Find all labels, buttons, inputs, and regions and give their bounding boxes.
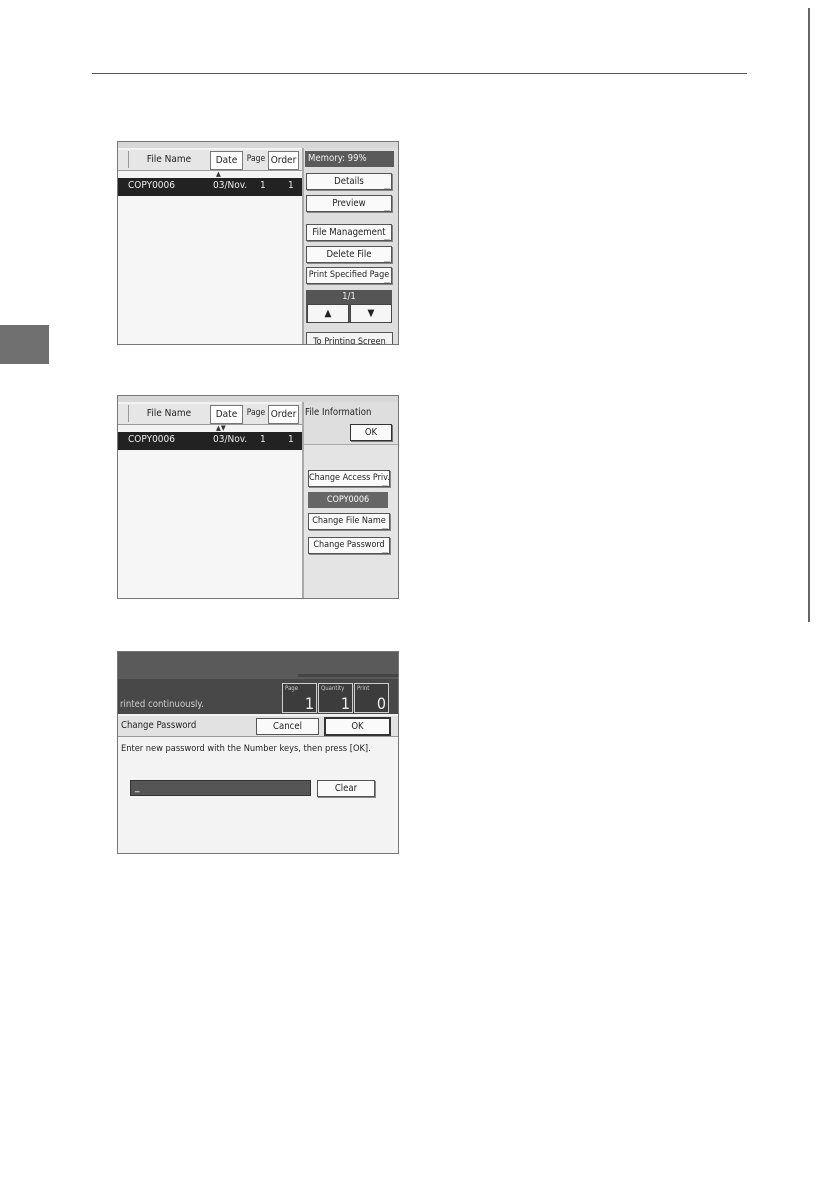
to-printing-screen-button[interactable]: To Printing Screen [306, 332, 393, 344]
column-order[interactable]: Order [268, 151, 299, 170]
table-row[interactable]: COPY0006 03/Nov. 1 1 [118, 432, 302, 450]
cancel-button[interactable]: Cancel [256, 718, 319, 735]
page-counter: Page 1 [282, 683, 317, 713]
change-access-label: Change Access Priv. [309, 473, 390, 483]
preview-label: Preview [332, 198, 366, 209]
sort-arrows-icon: ▲▼ [216, 424, 226, 432]
row-date: 03/Nov. [213, 434, 248, 445]
change-password-button[interactable]: Change Password... [308, 537, 390, 555]
down-arrow-icon: ▼ [367, 308, 375, 319]
counter-label: Page [285, 685, 299, 692]
counter-value: 1 [340, 694, 350, 713]
ellipsis-icon: ... [382, 480, 388, 488]
clear-button[interactable]: Clear [317, 780, 375, 797]
details-button[interactable]: Details... [306, 173, 392, 191]
instruction-text: Enter new password with the Number keys,… [121, 743, 371, 754]
counter-value: 1 [304, 694, 314, 713]
column-page: Page [246, 154, 266, 164]
table-row[interactable]: COPY0006 03/Nov. 1 1 [118, 178, 302, 196]
file-management-label: File Management [312, 227, 386, 238]
file-information-title: File Information [305, 407, 372, 418]
column-file-name[interactable]: File Name [128, 151, 209, 168]
ellipsis-icon: ... [384, 256, 390, 264]
row-page: 1 [260, 180, 266, 191]
ellipsis-icon: ... [382, 523, 388, 531]
ellipsis-icon: ... [382, 547, 388, 555]
change-file-name-label: Change File Name [312, 516, 386, 526]
column-file-name[interactable]: File Name [128, 405, 209, 422]
row-order: 1 [288, 180, 294, 191]
screen-file-list: File Name Date Page Order ▲ COPY0006 03/… [117, 141, 399, 345]
row-file-name: COPY0006 [128, 434, 175, 445]
page-edge-rule [808, 8, 810, 622]
change-password-label: Change Password [313, 540, 385, 550]
list-header: File Name Date Page Order [118, 150, 302, 171]
change-access-privileges-button[interactable]: Change Access Priv.... [308, 470, 390, 488]
list-body [118, 452, 302, 598]
delete-file-button[interactable]: Delete File... [306, 246, 392, 264]
list-header: File Name Date Page Order [118, 404, 302, 425]
print-specified-page-button[interactable]: Print Specified Page... [306, 267, 392, 285]
up-arrow-icon: ▲ [324, 308, 332, 319]
row-date: 03/Nov. [213, 180, 248, 191]
row-file-name: COPY0006 [128, 180, 175, 191]
list-body [118, 198, 302, 344]
dialog-title-bar: Change Password Cancel OK [118, 716, 398, 737]
quantity-counter: Quantity 1 [318, 683, 353, 713]
status-highlight [298, 674, 398, 677]
page-down-button[interactable]: ▼ [350, 304, 392, 323]
header-rule [92, 73, 747, 74]
column-page: Page [246, 408, 266, 418]
column-date[interactable]: Date [210, 151, 243, 170]
delete-file-label: Delete File [326, 249, 372, 260]
ellipsis-icon: ... [384, 183, 390, 191]
column-date[interactable]: Date [210, 405, 243, 424]
screen-file-information: File Name Date Page Order ▲▼ COPY0006 03… [117, 395, 399, 599]
counter-value: 0 [376, 694, 386, 713]
memory-indicator: Memory: 99% [305, 151, 394, 167]
ok-button[interactable]: OK [350, 424, 392, 441]
file-management-button[interactable]: File Management... [306, 224, 392, 242]
counter-label: Print [357, 685, 370, 692]
status-message: rinted continuously. [120, 699, 204, 710]
dialog-title: Change Password [121, 720, 197, 731]
file-name-display: COPY0006 [308, 492, 388, 508]
row-order: 1 [288, 434, 294, 445]
sort-arrow-icon: ▲ [216, 170, 221, 178]
preview-button[interactable]: Preview... [306, 195, 392, 213]
chapter-tab [0, 325, 49, 364]
ellipsis-icon: ... [384, 205, 390, 213]
page-counter: 1/1 [342, 291, 356, 302]
column-order[interactable]: Order [268, 405, 299, 424]
details-label: Details [334, 176, 364, 187]
print-specified-page-label: Print Specified Page [308, 270, 390, 280]
print-counter: Print 0 [354, 683, 389, 713]
row-page: 1 [260, 434, 266, 445]
counter-label: Quantity [321, 685, 345, 692]
ok-button[interactable]: OK [324, 717, 391, 736]
ellipsis-icon: ... [384, 277, 390, 285]
ellipsis-icon: ... [384, 234, 390, 242]
pager: 1/1 ▲ ▼ [306, 290, 392, 323]
screen-change-password: rinted continuously. Page 1 Quantity 1 P… [117, 651, 399, 854]
page-up-button[interactable]: ▲ [307, 304, 349, 323]
change-file-name-button[interactable]: Change File Name... [308, 513, 390, 531]
password-input[interactable]: _ [130, 780, 311, 796]
